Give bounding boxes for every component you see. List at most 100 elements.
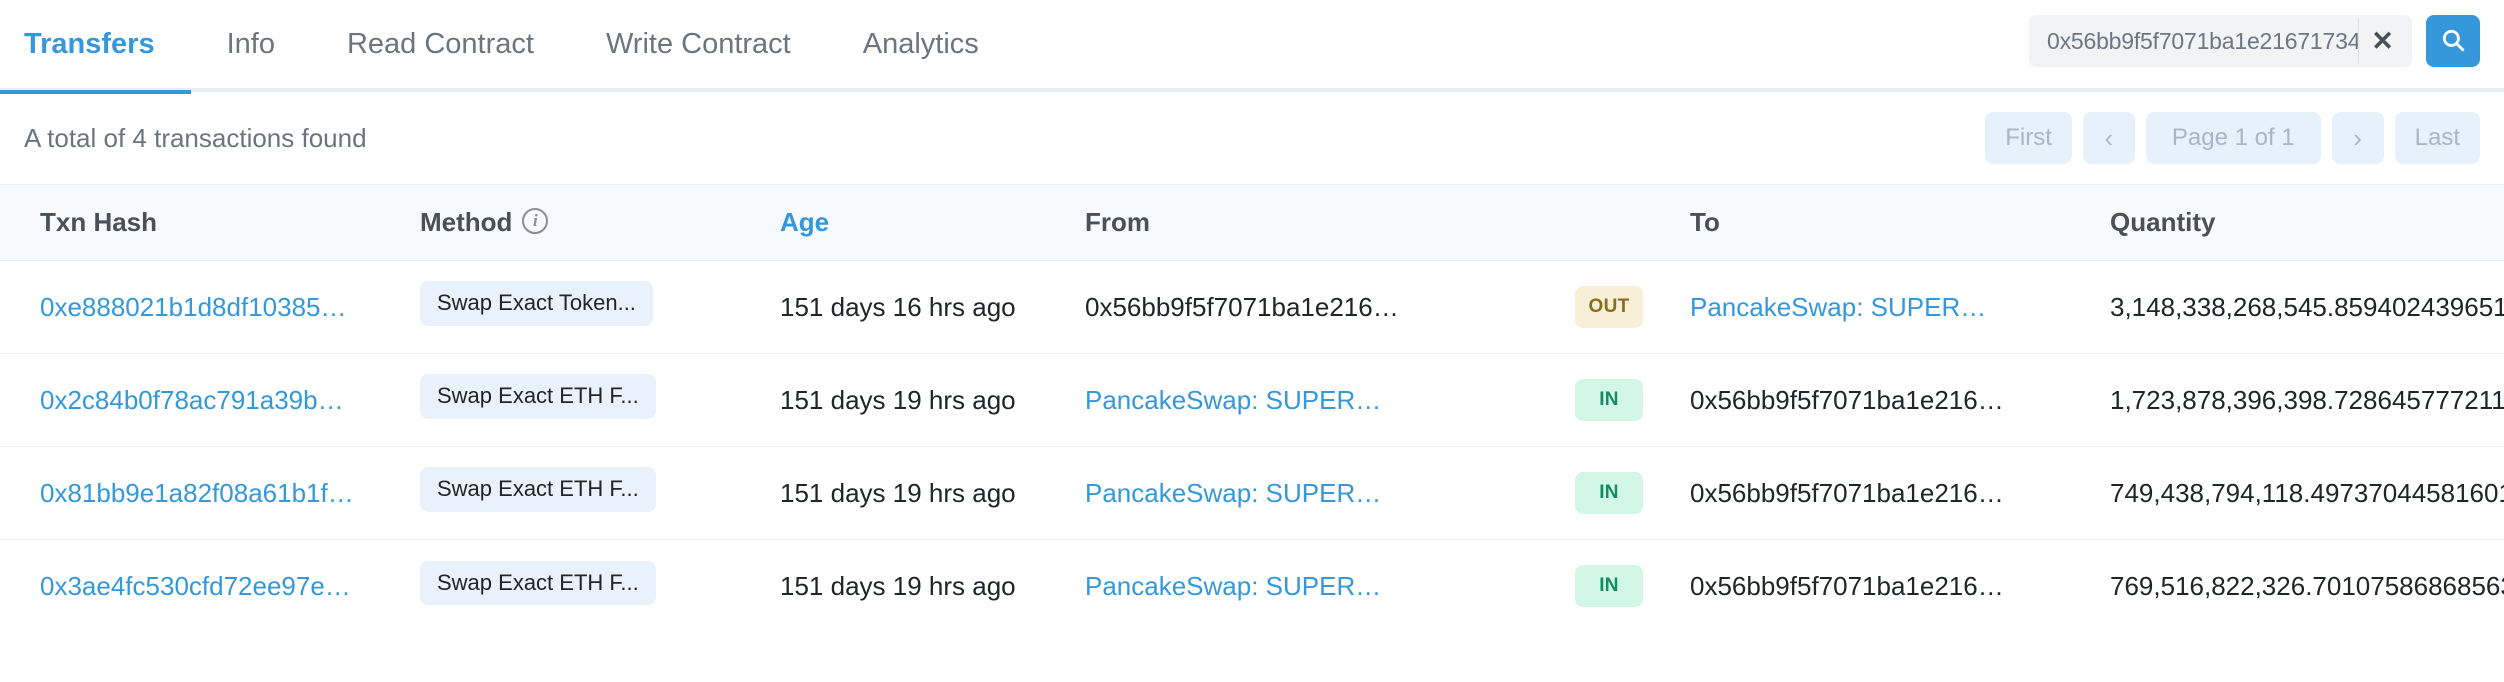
table-body: 0xe888021b1d8df10385… Swap Exact Token...… (0, 260, 2504, 633)
tab-label: Analytics (862, 27, 979, 60)
cell-direction: IN (1575, 446, 1690, 540)
from-address[interactable]: PancakeSwap: SUPER… (1085, 478, 1381, 508)
txn-hash-link[interactable]: 0xe888021b1d8df10385… (40, 292, 347, 322)
transactions-total-text: A total of 4 transactions found (24, 122, 367, 153)
cell-txn-hash: 0x81bb9e1a82f08a61b1f… (0, 446, 420, 540)
direction-badge-in: IN (1575, 565, 1643, 608)
txn-hash-link[interactable]: 0x2c84b0f78ac791a39b… (40, 385, 344, 415)
column-header-quantity[interactable]: Quantity (2110, 184, 2504, 261)
method-pill: Swap Exact ETH F... (420, 467, 656, 512)
cell-age: 151 days 19 hrs ago (780, 540, 1085, 633)
clear-search-button[interactable]: ✕ (2358, 18, 2406, 64)
table-header-row: Txn Hash Method i Age From To Quantity (0, 184, 2504, 261)
transfers-table: Txn Hash Method i Age From To Quantity 0… (0, 184, 2504, 633)
cell-method: Swap Exact ETH F... (420, 540, 780, 633)
cell-quantity: 749,438,794,118.497370445816010561 (2110, 446, 2504, 540)
tab-read-contract[interactable]: Read Contract (311, 0, 570, 90)
tab-info[interactable]: Info (191, 0, 311, 90)
from-address[interactable]: PancakeSwap: SUPER… (1085, 385, 1381, 415)
txn-hash-link[interactable]: 0x81bb9e1a82f08a61b1f… (40, 478, 354, 508)
cell-from: PancakeSwap: SUPER… (1085, 540, 1575, 633)
tab-analytics[interactable]: Analytics (827, 0, 1015, 90)
cell-direction: OUT (1575, 260, 1690, 354)
cell-from: PancakeSwap: SUPER… (1085, 353, 1575, 447)
cell-direction: IN (1575, 540, 1690, 633)
cell-age: 151 days 19 hrs ago (780, 446, 1085, 540)
column-header-from[interactable]: From (1085, 184, 1575, 261)
age-text: 151 days 19 hrs ago (780, 384, 1016, 415)
cell-method: Swap Exact ETH F... (420, 353, 780, 447)
cell-age: 151 days 16 hrs ago (780, 260, 1085, 354)
tab-list: Transfers Info Read Contract Write Contr… (0, 0, 1015, 94)
column-label: From (1085, 207, 1150, 237)
column-label: Quantity (2110, 207, 2216, 237)
cell-method: Swap Exact ETH F... (420, 446, 780, 540)
table-row: 0x2c84b0f78ac791a39b… Swap Exact ETH F...… (0, 353, 2504, 447)
search-area: ✕ (2029, 15, 2480, 67)
pagination-next-button[interactable]: › (2331, 112, 2384, 164)
cell-quantity: 769,516,822,326.701075868685633729 (2110, 540, 2504, 633)
column-label: Age (780, 207, 830, 237)
txn-hash-link[interactable]: 0x3ae4fc530cfd72ee97e… (40, 571, 351, 601)
column-header-method[interactable]: Method i (420, 184, 780, 261)
cell-quantity: 3,148,338,268,545.8594024396515554... (2110, 260, 2504, 354)
cell-txn-hash: 0x2c84b0f78ac791a39b… (0, 353, 420, 447)
cell-direction: IN (1575, 353, 1690, 447)
cell-to: PancakeSwap: SUPER… (1690, 260, 2110, 354)
direction-badge-in: IN (1575, 472, 1643, 514)
search-icon (2440, 27, 2466, 56)
column-header-txn-hash[interactable]: Txn Hash (0, 184, 420, 261)
method-pill: Swap Exact Token... (420, 281, 653, 326)
tab-write-contract[interactable]: Write Contract (570, 0, 827, 90)
cell-to: 0x56bb9f5f7071ba1e216… (1690, 446, 2110, 540)
method-pill: Swap Exact ETH F... (420, 560, 656, 605)
search-button[interactable] (2426, 15, 2480, 67)
cell-quantity: 1,723,878,396,398.7286457772112820... (2110, 353, 2504, 447)
transfers-page: Transfers Info Read Contract Write Contr… (0, 0, 2504, 682)
tab-transfers[interactable]: Transfers (0, 0, 191, 94)
column-label: Method (420, 207, 513, 237)
column-header-age[interactable]: Age (780, 184, 1085, 261)
quantity-text: 1,723,878,396,398.7286457772112820... (2110, 384, 2504, 415)
cell-txn-hash: 0xe888021b1d8df10385… (0, 260, 420, 354)
search-field[interactable]: ✕ (2029, 15, 2412, 67)
cell-age: 151 days 19 hrs ago (780, 353, 1085, 447)
pagination-last-button[interactable]: Last (2394, 112, 2480, 164)
age-text: 151 days 19 hrs ago (780, 570, 1016, 601)
results-subheader: A total of 4 transactions found First ‹ … (0, 92, 2504, 184)
from-address: 0x56bb9f5f7071ba1e216… (1085, 291, 1399, 322)
from-address[interactable]: PancakeSwap: SUPER… (1085, 571, 1381, 601)
pagination-page-indicator[interactable]: Page 1 of 1 (2145, 112, 2321, 164)
table-row: 0x81bb9e1a82f08a61b1f… Swap Exact ETH F..… (0, 446, 2504, 540)
info-icon[interactable]: i (522, 207, 549, 234)
cell-from: 0x56bb9f5f7071ba1e216… (1085, 260, 1575, 354)
to-address: 0x56bb9f5f7071ba1e216… (1690, 570, 2004, 601)
table-row: 0x3ae4fc530cfd72ee97e… Swap Exact ETH F..… (0, 540, 2504, 633)
column-header-direction (1575, 184, 1690, 261)
column-label: Txn Hash (40, 207, 158, 237)
pagination-first-button[interactable]: First (1985, 112, 2072, 164)
direction-badge-out: OUT (1575, 286, 1643, 328)
quantity-text: 749,438,794,118.497370445816010561 (2110, 477, 2504, 508)
cell-to: 0x56bb9f5f7071ba1e216… (1690, 353, 2110, 447)
quantity-text: 3,148,338,268,545.8594024396515554... (2110, 291, 2504, 322)
method-pill: Swap Exact ETH F... (420, 374, 656, 419)
age-text: 151 days 16 hrs ago (780, 291, 1016, 322)
column-label: To (1690, 207, 1720, 237)
pagination-prev-button[interactable]: ‹ (2082, 112, 2135, 164)
tab-label: Read Contract (346, 27, 534, 60)
tab-label: Transfers (24, 27, 155, 60)
cell-method: Swap Exact Token... (420, 260, 780, 354)
tab-label: Info (226, 27, 275, 60)
pagination: First ‹ Page 1 of 1 › Last (1985, 112, 2480, 164)
to-address[interactable]: PancakeSwap: SUPER… (1690, 292, 1986, 322)
cell-to: 0x56bb9f5f7071ba1e216… (1690, 540, 2110, 633)
age-text: 151 days 19 hrs ago (780, 477, 1016, 508)
quantity-text: 769,516,822,326.701075868685633729 (2110, 570, 2504, 601)
to-address: 0x56bb9f5f7071ba1e216… (1690, 477, 2004, 508)
cell-from: PancakeSwap: SUPER… (1085, 446, 1575, 540)
direction-badge-in: IN (1575, 379, 1643, 421)
tab-bar: Transfers Info Read Contract Write Contr… (0, 0, 2504, 94)
search-input[interactable] (2047, 27, 2358, 55)
column-header-to[interactable]: To (1690, 184, 2110, 261)
